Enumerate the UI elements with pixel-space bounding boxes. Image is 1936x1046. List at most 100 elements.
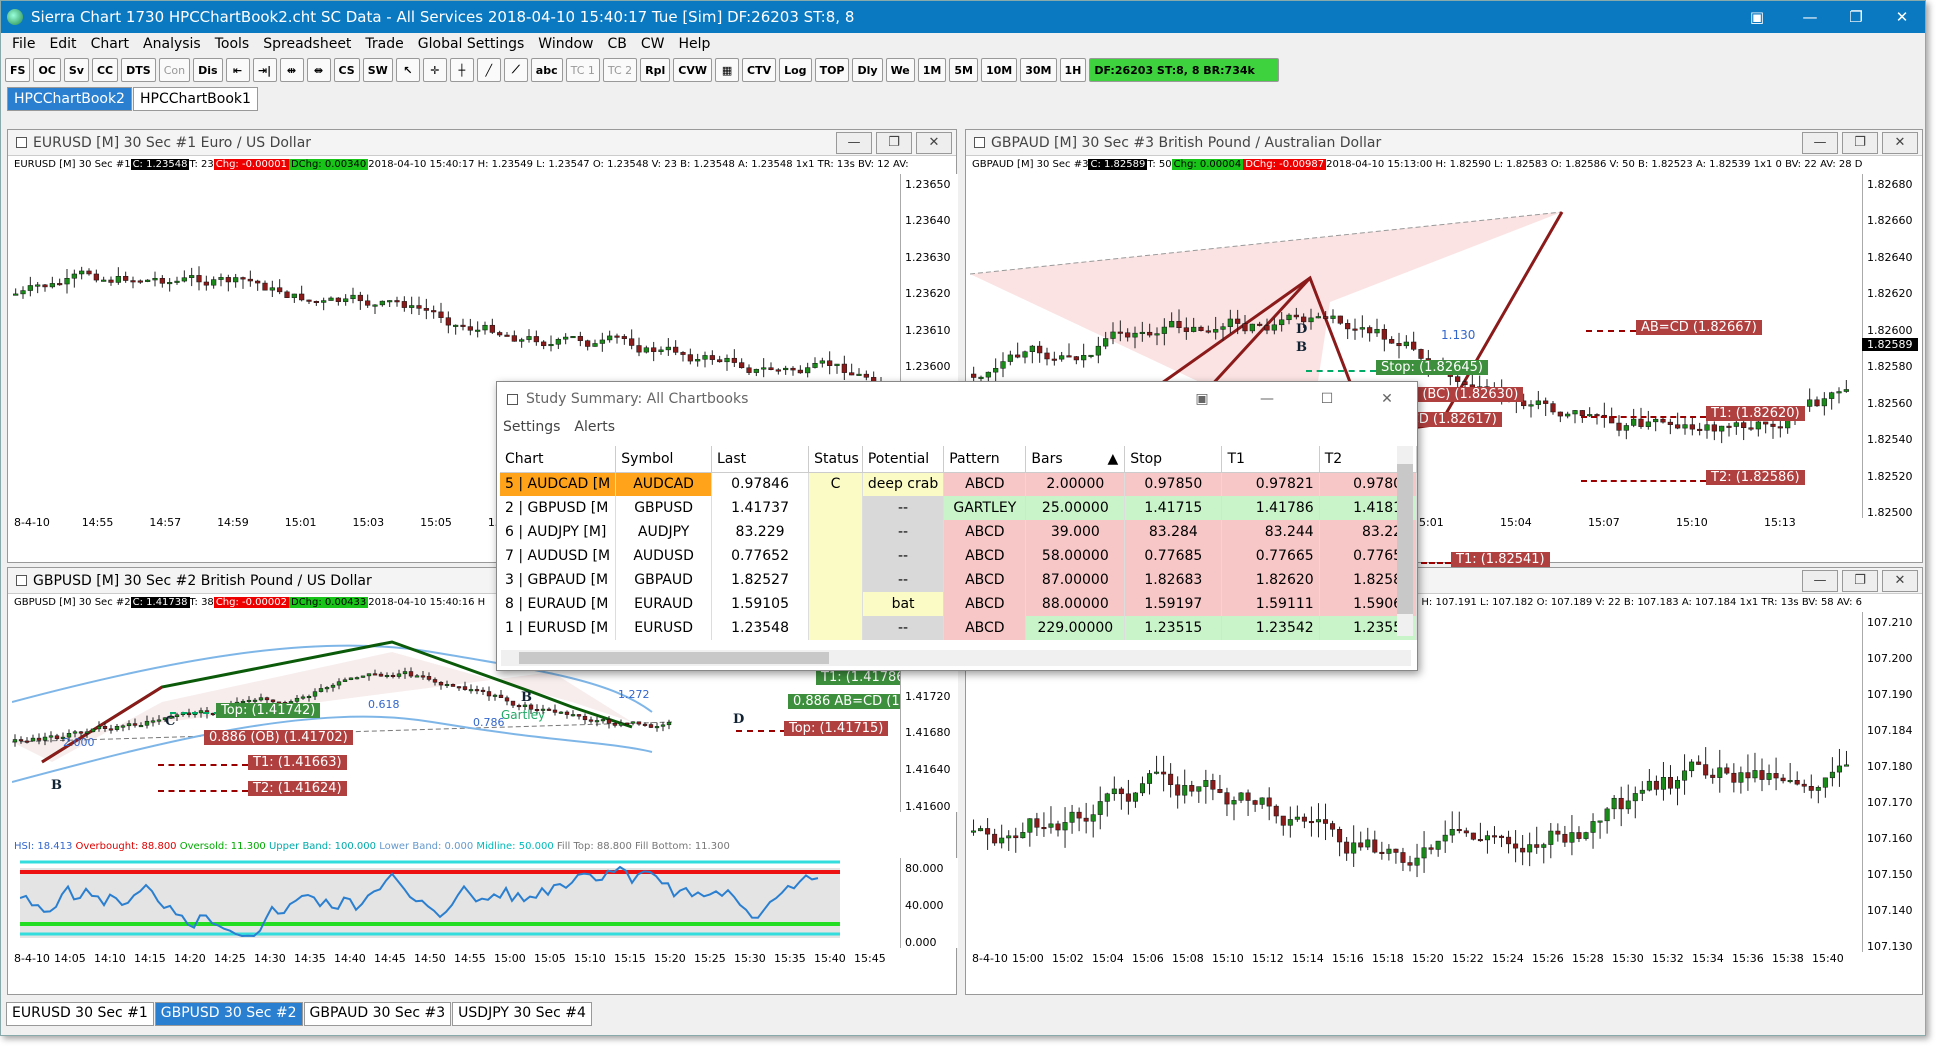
minimize-button[interactable]: —	[1237, 391, 1297, 407]
menu-tools[interactable]: Tools	[215, 36, 250, 52]
toolbar-button[interactable]: 30M	[1020, 58, 1057, 82]
menu-alerts[interactable]: Alerts	[574, 419, 615, 435]
time-tick-label: 14:59	[217, 516, 249, 529]
column-header[interactable]: Stop	[1124, 446, 1223, 473]
tab-hpcchartbook1[interactable]: HPCChartBook1	[132, 87, 258, 111]
toolbar-button[interactable]: ⇥|	[252, 58, 277, 82]
toolbar-button[interactable]: We	[885, 58, 915, 82]
toolbar-button[interactable]: ⇤	[225, 58, 250, 82]
menu-cw[interactable]: CW	[641, 36, 665, 52]
maximize-button[interactable]: ❐	[1842, 569, 1878, 592]
maximize-button[interactable]: ❐	[1842, 131, 1878, 154]
toolbar-button[interactable]: abc	[530, 58, 563, 82]
tab-hpcchartbook2[interactable]: HPCChartBook2	[7, 87, 132, 111]
toolbar-button[interactable]: CTV	[742, 58, 777, 82]
column-header[interactable]: Potential	[862, 446, 945, 473]
toolbar-button[interactable]: SW	[362, 58, 393, 82]
close-button[interactable]: ✕	[1879, 8, 1925, 26]
tab-usdjpy[interactable]: USDJPY 30 Sec #4	[452, 1002, 592, 1026]
cell-potential: --	[862, 544, 945, 568]
candle	[1462, 381, 1468, 386]
menu-global-settings[interactable]: Global Settings	[418, 36, 525, 52]
time-tick-label: 15:32	[1652, 952, 1684, 965]
tab-gbpusd[interactable]: GBPUSD 30 Sec #2	[154, 1002, 303, 1026]
toolbar-button[interactable]: Dis	[193, 58, 223, 82]
horizontal-scrollbar[interactable]	[501, 650, 1411, 666]
toolbar-button[interactable]: Sv	[63, 58, 89, 82]
minimize-button[interactable]: —	[1802, 569, 1838, 592]
candle	[985, 828, 991, 835]
rsi-indicator-chart[interactable]	[20, 858, 850, 948]
toolbar-button[interactable]: 1H	[1059, 58, 1087, 82]
toolbar-button[interactable]: ⇹	[279, 58, 304, 82]
column-header[interactable]: Last	[711, 446, 810, 473]
info-symbol: GBPUSD [M] 30 Sec #2	[14, 596, 131, 608]
tab-gbpaud[interactable]: GBPAUD 30 Sec #3	[303, 1002, 452, 1026]
toolbar-button[interactable]: TC 2	[602, 58, 638, 82]
restore-icon[interactable]: ▣	[1727, 8, 1787, 26]
maximize-button[interactable]: ❐	[876, 131, 912, 154]
menu-file[interactable]: File	[12, 36, 35, 52]
menu-chart[interactable]: Chart	[91, 36, 129, 52]
toolbar-button[interactable]: ╱	[476, 58, 501, 82]
menu-edit[interactable]: Edit	[49, 36, 76, 52]
column-header[interactable]: Status	[808, 446, 863, 473]
toolbar-button[interactable]: 5M	[949, 58, 978, 82]
toolbar-button[interactable]: OC	[33, 58, 61, 82]
toolbar-button[interactable]: Rpl	[640, 58, 671, 82]
table-row[interactable]: 6 | AUDJPY [M] AUDJPY 83.229 -- ABCD 39.000 83…	[500, 520, 1418, 544]
menu-cb[interactable]: CB	[608, 36, 627, 52]
close-button[interactable]: ✕	[1882, 569, 1918, 592]
restore-icon[interactable]: ▣	[1167, 391, 1237, 407]
toolbar-button[interactable]: ⇼	[306, 58, 331, 82]
column-header[interactable]: T1	[1221, 446, 1320, 473]
toolbar-button[interactable]: FS	[5, 58, 31, 82]
close-button[interactable]: ✕	[1357, 391, 1417, 407]
table-row[interactable]: 1 | EURUSD [M EURUSD 1.23548 -- ABCD 229.0000…	[500, 616, 1418, 640]
toolbar-button[interactable]: 10M	[980, 58, 1018, 82]
toolbar-button[interactable]: Con	[158, 58, 191, 82]
minimize-button[interactable]: —	[1802, 131, 1838, 154]
column-header-bars[interactable]: Bars ▲	[1025, 446, 1126, 473]
minimize-button[interactable]: —	[1787, 8, 1833, 26]
menu-window[interactable]: Window	[538, 36, 593, 52]
toolbar-button[interactable]: ┼	[449, 58, 474, 82]
menu-settings[interactable]: Settings	[503, 419, 560, 435]
menu-trade[interactable]: Trade	[365, 36, 403, 52]
toolbar-button[interactable]: 1M	[917, 58, 947, 82]
close-button[interactable]: ✕	[1882, 131, 1918, 154]
toolbar-button[interactable]: Dly	[852, 58, 883, 82]
toolbar-button[interactable]: CS	[333, 58, 360, 82]
toolbar-button[interactable]: ⟋	[503, 58, 528, 82]
vertical-scrollbar[interactable]	[1397, 446, 1413, 636]
minimize-button[interactable]: —	[836, 131, 872, 154]
column-header[interactable]: Chart	[500, 446, 617, 473]
info-close: C: 1.23548	[130, 158, 190, 170]
toolbar-button[interactable]: CC	[91, 58, 119, 82]
table-row[interactable]: 5 | AUDCAD [M AUDCAD 0.97846 Cdeep crab ABCD…	[500, 472, 1418, 496]
toolbar-button[interactable]: Log	[779, 58, 812, 82]
close-button[interactable]: ✕	[916, 131, 952, 154]
column-header[interactable]: Symbol	[615, 446, 712, 473]
table-row[interactable]: 8 | EURAUD [M EURAUD 1.59105 bat ABCD 88.0000…	[500, 592, 1418, 616]
toolbar-button[interactable]: CVW	[673, 58, 713, 82]
menu-spreadsheet[interactable]: Spreadsheet	[263, 36, 351, 52]
toolbar-button[interactable]: ✛	[422, 58, 447, 82]
tab-eurusd[interactable]: EURUSD 30 Sec #1	[6, 1002, 154, 1026]
scrollbar-thumb[interactable]	[1397, 464, 1413, 614]
table-row[interactable]: 3 | GBPAUD [M GBPAUD 1.82527 -- ABCD 87.00000…	[500, 568, 1418, 592]
toolbar-button[interactable]: TOP	[814, 58, 850, 82]
scrollbar-thumb[interactable]	[519, 652, 829, 664]
table-row[interactable]: 2 | GBPUSD [M GBPUSD 1.41737 -- GARTLEY 25.00…	[500, 496, 1418, 520]
toolbar-button[interactable]: DTS	[121, 58, 156, 82]
toolbar-button[interactable]: TC 1	[565, 58, 600, 82]
toolbar-button[interactable]: ↖	[395, 58, 420, 82]
table-row[interactable]: 7 | AUDUSD [M AUDUSD 0.77652 -- ABCD 58.00000…	[500, 544, 1418, 568]
menu-help[interactable]: Help	[679, 36, 711, 52]
candle	[1418, 349, 1424, 359]
menu-analysis[interactable]: Analysis	[143, 36, 201, 52]
maximize-button[interactable]: ☐	[1297, 391, 1357, 407]
column-header[interactable]: Pattern	[943, 446, 1027, 473]
maximize-button[interactable]: ❐	[1833, 8, 1879, 26]
toolbar-button[interactable]: ▦	[715, 58, 740, 82]
